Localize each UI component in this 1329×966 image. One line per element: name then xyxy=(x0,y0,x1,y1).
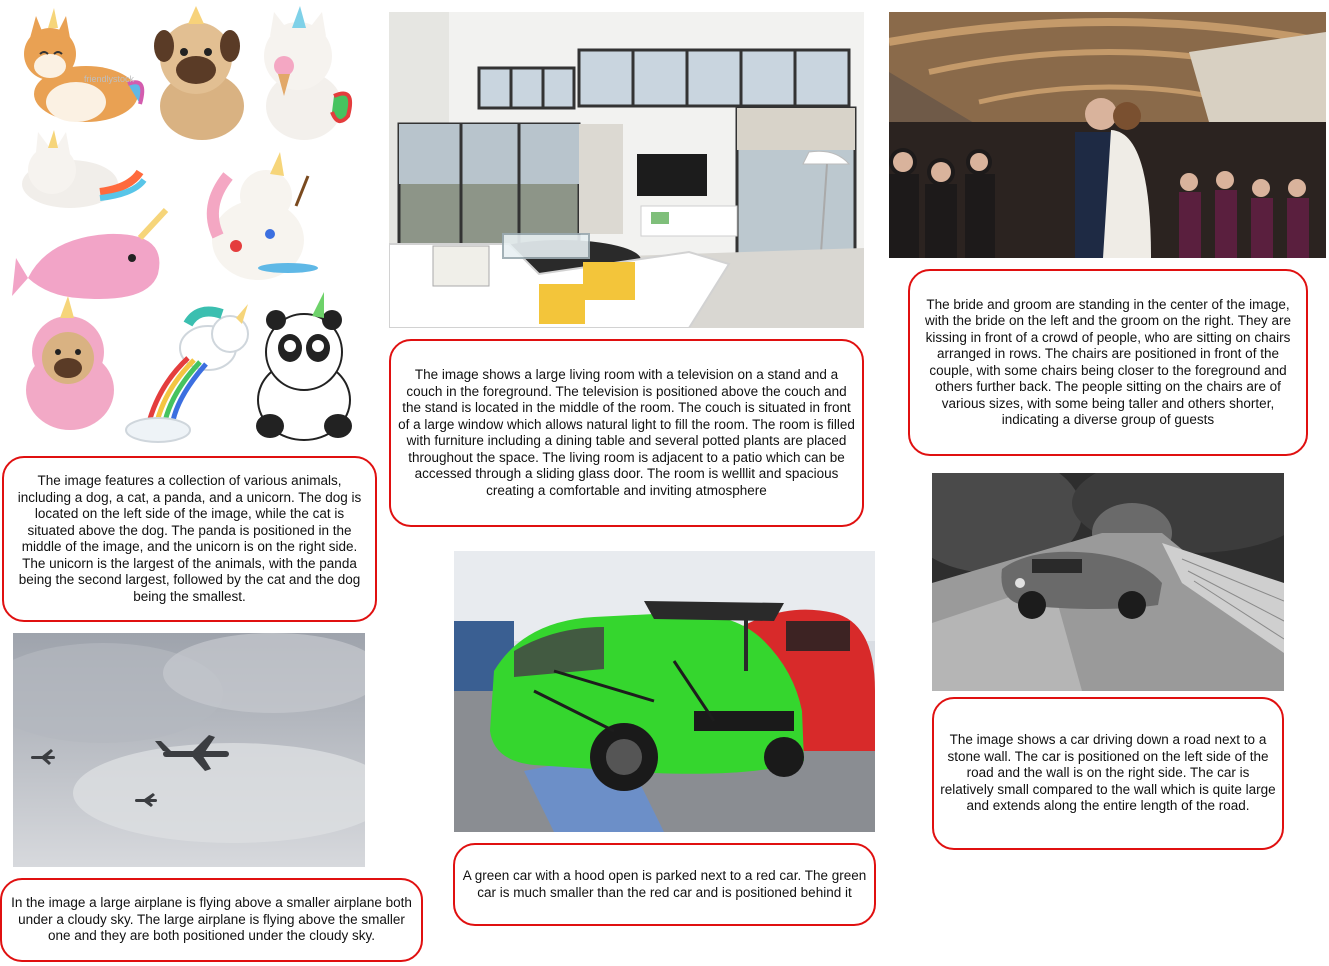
pink-narwhal-illustration xyxy=(12,207,169,299)
wedding-photo xyxy=(889,12,1326,258)
caption-living-room-text: The image shows a large living room with… xyxy=(398,367,855,498)
watermark-text: friendlystock xyxy=(84,74,135,84)
painter-unicorn-illustration xyxy=(206,152,318,280)
caption-wedding-text: The bride and groom are standing in the … xyxy=(925,296,1291,428)
cartoon-animals-image: friendlystock xyxy=(8,6,364,446)
vintage-car-photo xyxy=(932,473,1284,691)
caption-green-car-text: A green car with a hood open is parked n… xyxy=(462,868,867,900)
caption-vintage-car-text: The image shows a car driving down a roa… xyxy=(940,732,1276,814)
caption-animals-text: The image features a collection of vario… xyxy=(17,473,362,604)
green-car-photo xyxy=(454,551,875,832)
panda-unicorn-illustration xyxy=(256,292,352,441)
airplanes-photo xyxy=(13,633,365,867)
pug-hoodie-illustration xyxy=(26,296,114,430)
living-room-photo xyxy=(389,12,864,328)
caption-living-room: The image shows a large living room with… xyxy=(389,339,864,527)
rainbow-unicorn-illustration xyxy=(125,304,249,443)
corgi-unicorn-illustration xyxy=(24,8,145,122)
caption-airplanes: In the image a large airplane is flying … xyxy=(0,878,423,962)
caption-animals: The image features a collection of vario… xyxy=(2,456,377,622)
caption-wedding: The bride and groom are standing in the … xyxy=(908,269,1308,456)
caption-green-car: A green car with a hood open is parked n… xyxy=(453,843,876,926)
caption-vintage-car: The image shows a car driving down a roa… xyxy=(932,697,1284,850)
white-cat-icecream-illustration xyxy=(264,6,353,140)
sleeping-cat-illustration xyxy=(22,130,147,208)
pug-unicorn-illustration xyxy=(154,6,244,140)
caption-airplanes-text: In the image a large airplane is flying … xyxy=(11,895,412,944)
